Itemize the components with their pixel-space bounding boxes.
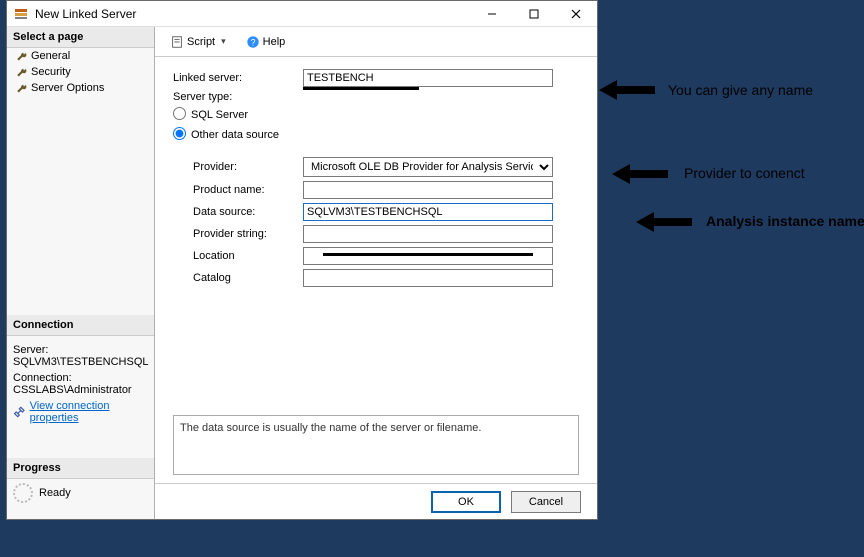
connection-header: Connection: [7, 315, 154, 336]
progress-header: Progress: [7, 458, 154, 479]
provider-string-input[interactable]: [303, 225, 553, 243]
progress-status: Ready: [39, 487, 71, 499]
ok-button[interactable]: OK: [431, 491, 501, 513]
product-name-label: Product name:: [193, 184, 303, 196]
sidebar-item-label: General: [31, 50, 70, 62]
server-type-label: Server type:: [173, 91, 303, 103]
new-linked-server-dialog: New Linked Server Select a page General: [6, 0, 598, 520]
sidebar-item-server-options[interactable]: Server Options: [7, 80, 154, 96]
server-value: SQLVM3\TESTBENCHSQL: [13, 356, 148, 368]
window-title: New Linked Server: [35, 7, 471, 21]
progress-spinner-icon: [13, 483, 33, 503]
wrench-icon: [15, 66, 27, 78]
annotation-underline: [323, 253, 533, 256]
maximize-button[interactable]: [513, 1, 555, 27]
location-input[interactable]: [303, 247, 553, 265]
app-icon: [13, 6, 29, 22]
minimize-button[interactable]: [471, 1, 513, 27]
linked-server-input[interactable]: [303, 69, 553, 87]
cancel-button[interactable]: Cancel: [511, 491, 581, 513]
arrow-icon: [610, 162, 670, 186]
wrench-icon: [15, 82, 27, 94]
connection-icon: [13, 405, 26, 419]
connection-label: Connection:: [13, 372, 148, 384]
help-button[interactable]: ? Help: [239, 31, 293, 53]
provider-string-label: Provider string:: [193, 228, 303, 240]
titlebar: New Linked Server: [7, 1, 597, 27]
annotation-text-provider: Provider to conenct: [684, 165, 805, 181]
sidebar-item-label: Server Options: [31, 82, 104, 94]
sidebar-item-security[interactable]: Security: [7, 64, 154, 80]
catalog-input[interactable]: [303, 269, 553, 287]
help-icon: ?: [246, 35, 260, 49]
script-button[interactable]: Script: [163, 31, 233, 53]
sql-server-radio[interactable]: [173, 107, 186, 120]
connection-value: CSSLABS\Administrator: [13, 384, 148, 396]
close-button[interactable]: [555, 1, 597, 27]
location-label: Location: [193, 250, 303, 262]
help-description: The data source is usually the name of t…: [173, 415, 579, 475]
wrench-icon: [15, 50, 27, 62]
script-label: Script: [187, 36, 215, 48]
script-icon: [170, 35, 184, 49]
other-data-source-radio-label: Other data source: [191, 129, 279, 141]
annotation-text-name: You can give any name: [668, 82, 813, 98]
annotation-text-instance: Analysis instance name: [706, 213, 864, 229]
provider-label: Provider:: [193, 161, 303, 173]
annotation-underline: [303, 87, 419, 90]
sidebar: Select a page General Security Server Op…: [7, 27, 155, 519]
product-name-input[interactable]: [303, 181, 553, 199]
arrow-icon: [634, 210, 694, 234]
other-data-source-radio[interactable]: [173, 127, 186, 140]
toolbar: Script ? Help: [155, 27, 597, 57]
provider-select[interactable]: Microsoft OLE DB Provider for Analysis S…: [303, 157, 553, 177]
data-source-input[interactable]: [303, 203, 553, 221]
view-connection-properties-link[interactable]: View connection properties: [30, 400, 148, 424]
svg-text:?: ?: [250, 37, 255, 47]
data-source-label: Data source:: [193, 206, 303, 218]
linked-server-label: Linked server:: [173, 72, 303, 84]
sidebar-item-label: Security: [31, 66, 71, 78]
select-a-page-header: Select a page: [7, 27, 154, 48]
sql-server-radio-label: SQL Server: [191, 109, 248, 121]
arrow-icon: [597, 78, 657, 102]
sidebar-item-general[interactable]: General: [7, 48, 154, 64]
server-label: Server:: [13, 344, 148, 356]
catalog-label: Catalog: [193, 272, 303, 284]
help-label: Help: [263, 36, 286, 48]
